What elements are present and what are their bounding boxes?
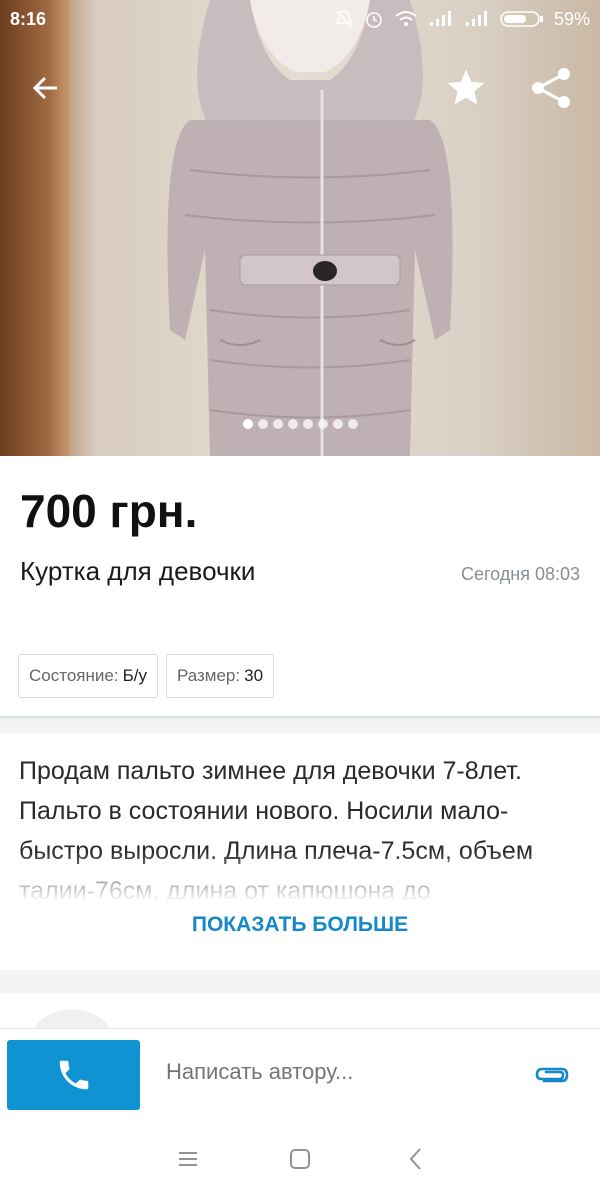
status-time: 8:16	[10, 8, 47, 29]
signal-icon	[465, 11, 487, 26]
call-button[interactable]	[7, 1040, 140, 1110]
alarm-icon	[366, 12, 382, 28]
signal-icon	[429, 11, 451, 26]
listing-price: 700 грн.	[20, 485, 198, 537]
listing-date: Сегодня 08:03	[460, 564, 580, 584]
battery-percent: 59%	[553, 8, 590, 29]
pagination-dot[interactable]	[242, 419, 253, 429]
system-nav-bar	[0, 1120, 600, 1198]
photo-pagination	[0, 419, 600, 429]
listing-params: Состояние: Б/у Размер: 30	[18, 654, 275, 698]
menu-icon	[179, 1152, 197, 1166]
pagination-dot[interactable]	[317, 419, 328, 429]
seller-card-peek	[0, 993, 600, 1033]
param-label: Состояние:	[29, 666, 119, 685]
phone-icon	[59, 1060, 88, 1090]
param-label: Размер:	[176, 666, 241, 685]
paperclip-icon	[535, 1067, 569, 1083]
home-button[interactable]	[280, 1144, 320, 1174]
star-icon	[447, 69, 485, 105]
recent-apps-button[interactable]	[168, 1144, 208, 1174]
share-button[interactable]	[524, 60, 580, 116]
share-icon	[532, 68, 570, 108]
mute-icon	[335, 10, 353, 28]
wifi-icon	[395, 11, 417, 26]
message-input[interactable]	[166, 1059, 496, 1085]
listing-info-card: 700 грн. Куртка для девочки Сегодня 08:0…	[0, 456, 600, 716]
pagination-dot[interactable]	[332, 419, 343, 429]
contact-action-bar	[0, 1028, 600, 1120]
nav-back-button[interactable]	[396, 1144, 436, 1174]
back-chevron-icon	[409, 1148, 421, 1170]
description-fade	[0, 851, 600, 911]
home-square-icon	[290, 1149, 310, 1169]
listing-photo[interactable]: 8:16 59%	[0, 0, 600, 456]
favorite-button[interactable]	[438, 60, 494, 116]
pagination-dot[interactable]	[287, 419, 298, 429]
pagination-dot[interactable]	[272, 419, 283, 429]
back-button[interactable]	[18, 60, 74, 116]
param-condition: Состояние: Б/у	[18, 654, 158, 698]
pagination-dot[interactable]	[257, 419, 268, 429]
status-bar: 8:16 59%	[0, 0, 600, 38]
show-more-button[interactable]: ПОКАЗАТЬ БОЛЬШЕ	[0, 913, 600, 937]
card-divider	[0, 716, 600, 720]
battery-icon	[500, 11, 543, 27]
param-value: Б/у	[122, 666, 147, 685]
pagination-dot[interactable]	[347, 419, 358, 429]
pagination-dot[interactable]	[302, 419, 313, 429]
back-arrow-icon	[32, 76, 57, 100]
coat-image	[167, 0, 453, 456]
param-size: Размер: 30	[165, 654, 275, 698]
description-card: Продам пальто зимнее для девочки 7-8лет.…	[0, 733, 600, 970]
listing-title: Куртка для девочки	[20, 556, 256, 586]
attach-button[interactable]	[532, 1058, 572, 1092]
param-value: 30	[244, 666, 264, 685]
status-icons: 59%	[334, 9, 590, 30]
